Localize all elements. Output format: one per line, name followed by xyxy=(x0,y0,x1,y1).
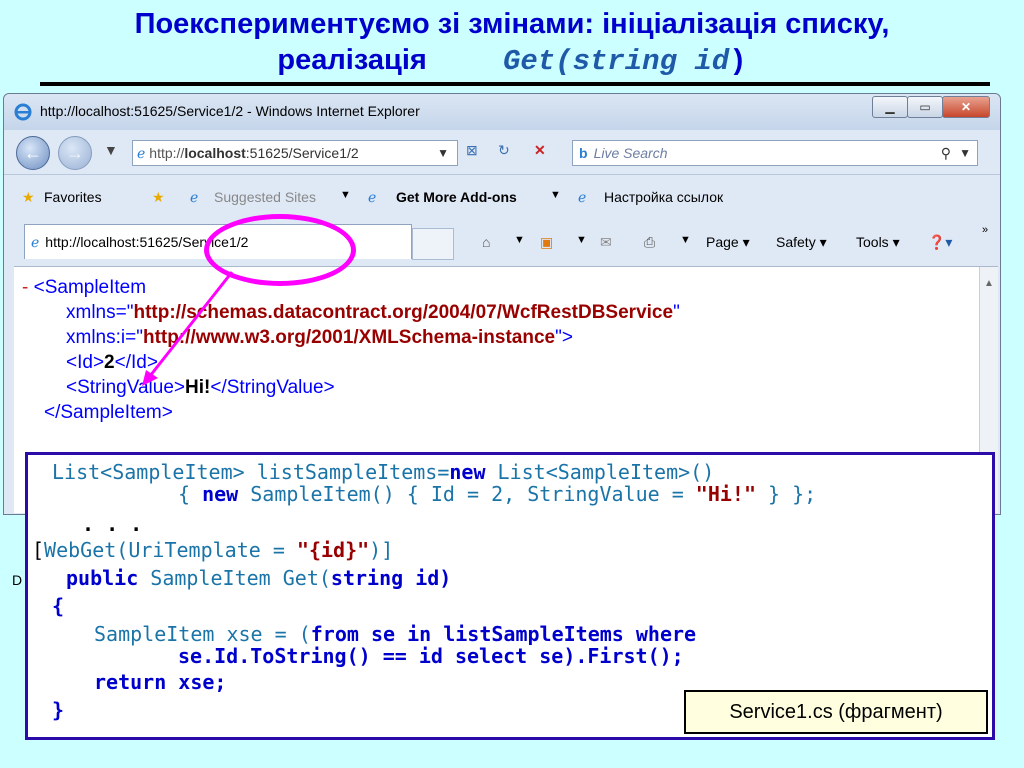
code-l4d: )] xyxy=(369,538,394,562)
code-l4b: WebGet(UriTemplate = xyxy=(44,538,297,562)
code-line-2: { new SampleItem() { Id = 2, StringValue… xyxy=(178,483,816,505)
code-l1b: new xyxy=(449,460,486,484)
code-l1c: List<SampleItem>() xyxy=(485,460,715,484)
file-caption: Service1.cs (фрагмент) xyxy=(684,690,988,734)
code-line-3: . . . xyxy=(82,512,143,536)
code-l4a: [ xyxy=(32,538,45,562)
code-line-7: SampleItem xse = (from se in listSampleI… xyxy=(94,623,696,645)
code-line-9: return xse; xyxy=(94,670,227,694)
code-l5c: string id) xyxy=(330,566,452,590)
code-l7b: from se in listSampleItems where xyxy=(310,622,697,646)
code-line-10: } xyxy=(52,698,65,722)
code-l1a: List<SampleItem> listSampleItems= xyxy=(52,460,450,484)
code-l2a: { xyxy=(178,482,203,506)
code-line-4: [WebGet(UriTemplate = "{id}")] xyxy=(32,539,393,561)
code-l2d: "Hi!" xyxy=(695,482,756,506)
code-l2b: new xyxy=(202,482,239,506)
code-l7a: SampleItem xse = ( xyxy=(94,622,311,646)
code-l5a: public xyxy=(66,566,139,590)
code-line-8: se.Id.ToString() == id select se).First(… xyxy=(178,644,684,668)
code-l4c: "{id}" xyxy=(296,538,370,562)
code-line-5: public SampleItem Get(string id) xyxy=(66,567,451,589)
code-line-1: List<SampleItem> listSampleItems=new Lis… xyxy=(52,461,714,483)
code-l2c: SampleItem() { Id = 2, StringValue = xyxy=(238,482,696,506)
code-l2e: } }; xyxy=(756,482,817,506)
code-line-6: { xyxy=(52,594,65,618)
code-l5b: SampleItem Get( xyxy=(138,566,331,590)
